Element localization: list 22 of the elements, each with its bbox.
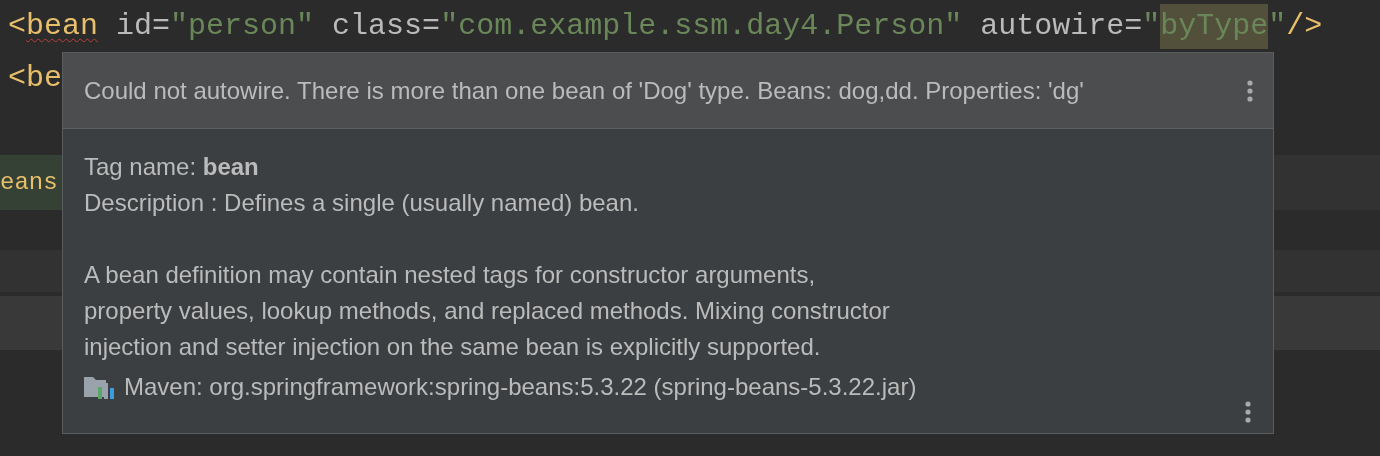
xml-tag: <be (8, 56, 62, 101)
xml-tag: bean (26, 3, 99, 49)
more-options-icon[interactable] (1247, 79, 1253, 102)
error-message: Could not autowire. There is more than one bean of 'Dog' type. Beans: dog,dd. Properties: 'dg' (84, 75, 1084, 106)
attribute-value: "com.example.ssm.day4.Person" (440, 7, 963, 45)
code-symbol: = (152, 7, 171, 45)
paragraph: A bean definition may contain nested tags for constructor arguments, property values, lookup methods, and replaced methods. Mixing constructor injection and setter injection on the same bean is explicitly supported. (84, 260, 891, 362)
attribute-name: class (332, 7, 423, 45)
code-symbol: = (1124, 7, 1143, 45)
attribute-value: " (1268, 7, 1287, 45)
attribute-value: "person" (170, 7, 315, 45)
more-options-icon[interactable] (1245, 401, 1251, 423)
description: Description : Defines a single (usually named) bean. (84, 188, 640, 218)
tag-name: Tag name: bean (84, 152, 260, 182)
attribute-value: " (1142, 7, 1161, 45)
xml-tag: < (8, 3, 26, 49)
attribute-name: autowire (980, 7, 1125, 45)
attribute-name: id (116, 7, 153, 45)
library-icon (84, 375, 116, 399)
library-name: Maven: org.springframework:spring-beans:5.3.22 (spring-beans-5.3.22.jar) (124, 372, 917, 402)
xml-tag: /> (1286, 3, 1323, 49)
code-symbol: = (422, 7, 441, 45)
